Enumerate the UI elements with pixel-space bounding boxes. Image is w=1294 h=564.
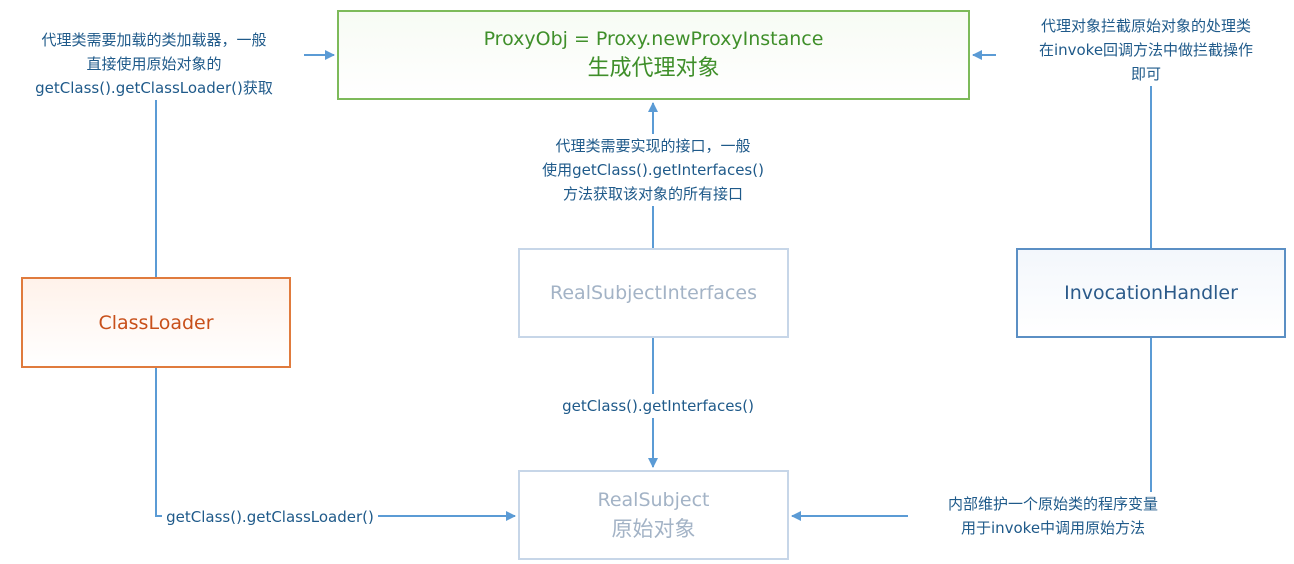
realsubject-interfaces-node: RealSubjectInterfaces <box>518 248 789 338</box>
edge-label-line: 在invoke回调方法中做拦截操作 <box>1038 41 1254 59</box>
proxy-node-code: ProxyObj = Proxy.newProxyInstance <box>483 28 824 50</box>
edge-label-line: getClass().getClassLoader()获取 <box>35 79 273 97</box>
edge-label-line: 用于invoke中调用原始方法 <box>960 519 1146 537</box>
edge-classloader-to-realsubject <box>155 368 516 521</box>
handler-to-proxy-label: 代理对象拦截原始对象的处理类 在invoke回调方法中做拦截操作 即可 <box>996 14 1294 86</box>
interfaces-to-proxy-label: 代理类需要实现的接口，一般 使用getClass().getInterfaces… <box>498 134 808 206</box>
edge-label-line: 使用getClass().getInterfaces() <box>542 161 764 179</box>
edge-label-line: 直接使用原始对象的 <box>86 55 222 73</box>
classloader-to-realsubject-label: getClass().getClassLoader() <box>162 505 378 529</box>
realsubject-node: RealSubject 原始对象 <box>518 470 789 560</box>
proxy-node: ProxyObj = Proxy.newProxyInstance 生成代理对象 <box>337 10 970 100</box>
edge-label-line: 内部维护一个原始类的程序变量 <box>947 495 1158 513</box>
proxy-node-caption: 生成代理对象 <box>587 56 720 81</box>
edge-label-line: 方法获取该对象的所有接口 <box>562 185 743 203</box>
interfaces-to-realsubject-label: getClass().getInterfaces() <box>549 394 767 418</box>
realsubject-node-name: RealSubject <box>597 489 710 511</box>
edge-label-line: 即可 <box>1130 65 1161 83</box>
realsubject-node-caption: 原始对象 <box>611 517 696 541</box>
classloader-to-proxy-label: 代理类需要加载的类加载器，一般 直接使用原始对象的 getClass().get… <box>4 28 304 100</box>
edge-label-line: 代理对象拦截原始对象的处理类 <box>1040 17 1251 35</box>
invocation-handler-node-label: InvocationHandler <box>1064 282 1238 304</box>
classloader-node: ClassLoader <box>21 277 291 368</box>
edge-label-line: 代理类需要加载的类加载器，一般 <box>41 31 267 49</box>
handler-to-realsubject-label: 内部维护一个原始类的程序变量 用于invoke中调用原始方法 <box>908 492 1198 540</box>
invocation-handler-node: InvocationHandler <box>1016 248 1286 338</box>
edge-label-line: 代理类需要实现的接口，一般 <box>555 137 751 155</box>
edge-handler-to-realsubject <box>791 338 1152 521</box>
realsubject-interfaces-node-label: RealSubjectInterfaces <box>550 282 757 304</box>
classloader-node-label: ClassLoader <box>98 311 214 334</box>
